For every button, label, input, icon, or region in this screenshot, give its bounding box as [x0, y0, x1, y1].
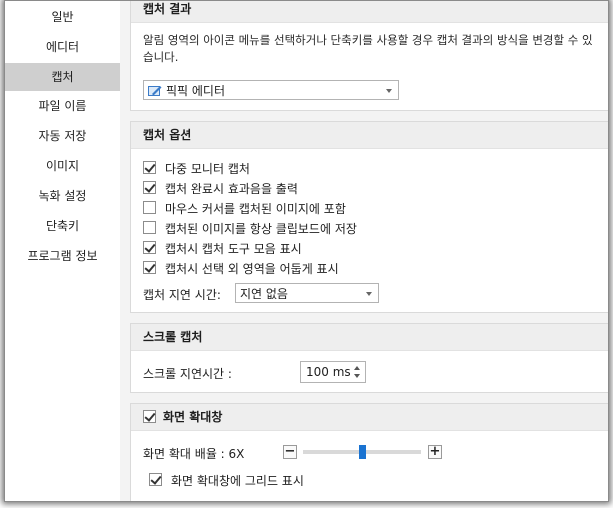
stepper-down-icon[interactable] — [354, 374, 360, 378]
zoom-slider-thumb[interactable] — [359, 445, 366, 459]
section-title: 캡처 결과 — [131, 1, 608, 23]
checkbox-box[interactable] — [143, 181, 156, 194]
checkbox-box[interactable] — [143, 221, 156, 234]
section-title: 화면 확대창 — [163, 410, 223, 424]
capture-delay-label: 캡처 지연 시간: — [143, 288, 221, 302]
scroll-capture-section: 스크롤 캡처 스크롤 지연시간 : 100 ms — [130, 323, 608, 393]
magnifier-enable-checkbox[interactable] — [143, 410, 156, 423]
checkbox-box[interactable] — [143, 241, 156, 254]
sidebar-item-general[interactable]: 일반 — [5, 3, 120, 31]
section-title: 스크롤 캡처 — [131, 324, 608, 351]
scroll-delay-stepper[interactable]: 100 ms — [300, 361, 366, 383]
chevron-down-icon — [386, 89, 392, 93]
description-text: 알림 영역의 아이콘 메뉴를 선택하거나 단축키를 사용할 경우 캡처 결과의 … — [143, 33, 593, 64]
capture-options-section: 캡처 옵션 다중 모니터 캡처 캡처 완료시 효과음을 출력 마우스 커서를 캡… — [130, 121, 608, 313]
sidebar-item-filename[interactable]: 파일 이름 — [5, 92, 120, 120]
main-panel: 캡처 결과 알림 영역의 아이콘 메뉴를 선택하거나 단축키를 사용할 경우 캡… — [130, 1, 608, 501]
scroll-delay-label: 스크롤 지연시간 : — [143, 367, 232, 381]
capture-result-section: 캡처 결과 알림 영역의 아이콘 메뉴를 선택하거나 단축키를 사용할 경우 캡… — [130, 1, 608, 111]
sidebar-item-editor[interactable]: 에디터 — [5, 33, 120, 61]
magnifier-header: 화면 확대창 — [131, 404, 608, 431]
checkbox-box[interactable] — [149, 473, 162, 486]
sidebar-item-about[interactable]: 프로그램 정보 — [5, 242, 120, 270]
zoom-ratio-label: 화면 확대 배율 : 6X — [143, 447, 245, 461]
zoom-plus-button[interactable]: + — [428, 445, 442, 459]
zoom-minus-button[interactable]: − — [283, 445, 297, 459]
sidebar-item-image[interactable]: 이미지 — [5, 152, 120, 180]
checkbox-box[interactable] — [143, 161, 156, 174]
checkbox-box[interactable] — [143, 201, 156, 214]
chevron-down-icon — [366, 292, 372, 296]
stepper-up-icon[interactable] — [354, 366, 360, 370]
sidebar-item-capture[interactable]: 캡처 — [5, 63, 120, 91]
checkbox-box[interactable] — [143, 261, 156, 274]
capture-delay-dropdown[interactable]: 지연 없음 — [235, 283, 379, 303]
capture-result-dropdown[interactable]: 픽픽 에디터 — [143, 80, 399, 100]
settings-window: 일반 에디터 캡처 파일 이름 자동 저장 이미지 녹화 설정 단축키 프로그램… — [4, 0, 609, 502]
sidebar: 일반 에디터 캡처 파일 이름 자동 저장 이미지 녹화 설정 단축키 프로그램… — [5, 1, 120, 501]
section-title: 캡처 옵션 — [131, 122, 608, 149]
sidebar-item-recording[interactable]: 녹화 설정 — [5, 182, 120, 210]
magnifier-section: 화면 확대창 화면 확대 배율 : 6X − + 화면 확대창에 그리드 표시 — [130, 403, 608, 501]
sidebar-item-hotkeys[interactable]: 단축키 — [5, 212, 120, 240]
sidebar-item-autosave[interactable]: 자동 저장 — [5, 122, 120, 150]
editor-pen-icon — [148, 86, 162, 96]
